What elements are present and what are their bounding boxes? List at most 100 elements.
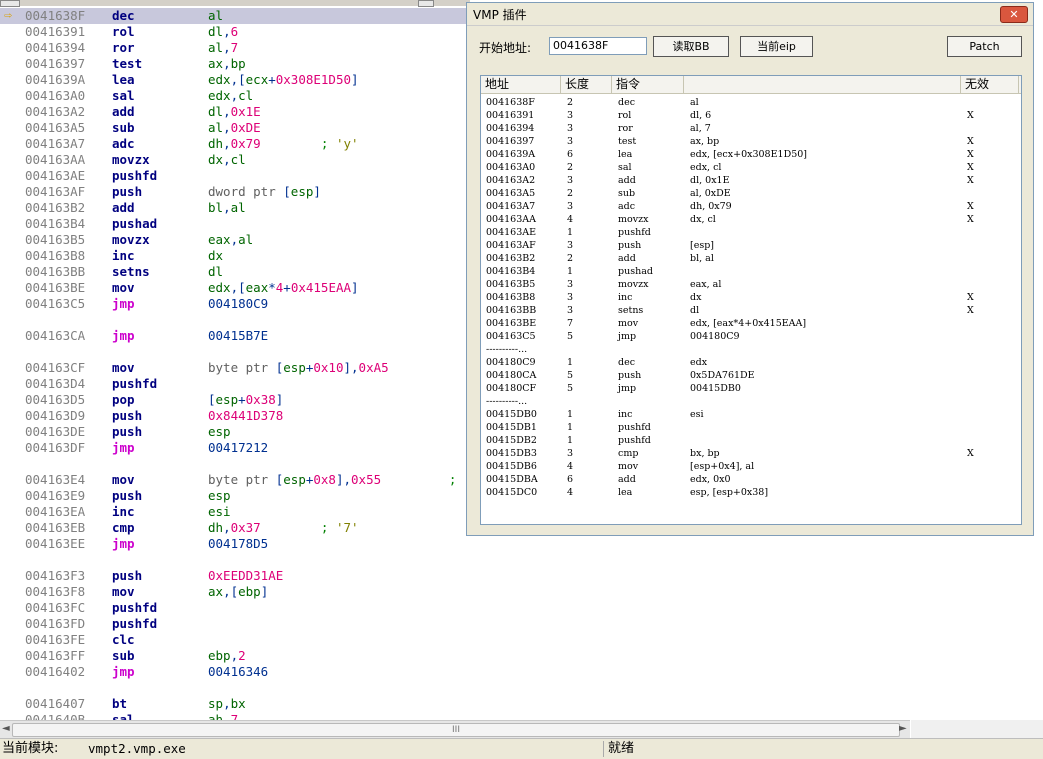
- instruction-row[interactable]: 004163BB 3 setns dl X: [481, 304, 1021, 317]
- plugin-title-bar[interactable]: VMP 插件 ✕: [467, 3, 1033, 26]
- start-address-input[interactable]: [549, 37, 647, 55]
- disasm-row[interactable]: 004163B4 pushad: [0, 216, 470, 232]
- disasm-row[interactable]: 004163BB setns dl: [0, 264, 470, 280]
- disasm-operands: dh,0x79 ; 'y': [208, 136, 359, 152]
- instruction-row[interactable]: 004163B2 2 add bl, al: [481, 252, 1021, 265]
- instruction-row[interactable]: 004163BE 7 mov edx, [eax*4+0x415EAA]: [481, 317, 1021, 330]
- disasm-row[interactable]: 00416391 rol dl,6: [0, 24, 470, 40]
- header-button-left[interactable]: [0, 0, 20, 7]
- disasm-address: 004163CA: [25, 328, 86, 343]
- disasm-row[interactable]: 004163AF push dword ptr [esp]: [0, 184, 470, 200]
- disasm-row[interactable]: 004163FC pushfd: [0, 600, 470, 616]
- horizontal-scrollbar[interactable]: ◄ III ►: [0, 720, 910, 738]
- instruction-row[interactable]: 00415DB2 1 pushfd: [481, 434, 1021, 447]
- disasm-row[interactable]: 00416407 bt sp,bx: [0, 696, 470, 712]
- operand-token: +: [268, 72, 276, 87]
- disasm-row[interactable]: 004163B5 movzx eax,al: [0, 232, 470, 248]
- instruction-row[interactable]: 004163A5 2 sub al, 0xDE: [481, 187, 1021, 200]
- disasm-row[interactable]: 004163AA movzx dx,cl: [0, 152, 470, 168]
- column-header-instruction[interactable]: 指令: [612, 76, 684, 93]
- instruction-row[interactable]: 004180CA 5 push 0x5DA761DE: [481, 369, 1021, 382]
- column-header-address[interactable]: 地址: [481, 76, 561, 93]
- disasm-row[interactable]: 00416402 jmp 00416346: [0, 664, 470, 680]
- disasm-row-current[interactable]: ⇨ 0041638F dec al: [0, 8, 470, 24]
- cell-address: 004163B2: [486, 253, 536, 264]
- disasm-row[interactable]: 004163EA inc esi: [0, 504, 470, 520]
- instruction-row[interactable]: 00415DB0 1 inc esi: [481, 408, 1021, 421]
- disasm-row[interactable]: 004163E9 push esp: [0, 488, 470, 504]
- disasm-row[interactable]: 0041640B sal ah,7: [0, 712, 470, 720]
- scroll-right-arrow-icon[interactable]: ►: [899, 723, 907, 734]
- instruction-row[interactable]: 00415DBA 6 add edx, 0x0: [481, 473, 1021, 486]
- disasm-row[interactable]: 0041639A lea edx,[ecx+0x308E1D50]: [0, 72, 470, 88]
- column-header-length[interactable]: 长度: [561, 76, 612, 93]
- disasm-row[interactable]: 004163A0 sal edx,cl: [0, 88, 470, 104]
- disasm-row[interactable]: 004163E4 mov byte ptr [esp+0x8],0x55 ;: [0, 472, 470, 488]
- operand-token: 0x55: [351, 472, 382, 487]
- current-eip-button[interactable]: 当前eip: [740, 36, 813, 57]
- instruction-row[interactable]: 00415DB6 4 mov [esp+0x4], al: [481, 460, 1021, 473]
- disasm-row[interactable]: 004163D5 pop [esp+0x38]: [0, 392, 470, 408]
- instruction-row[interactable]: 004163AA 4 movzx dx, cl X: [481, 213, 1021, 226]
- instruction-row[interactable]: 004163B4 1 pushad: [481, 265, 1021, 278]
- cell-length: 4: [567, 487, 574, 498]
- operand-token: ,: [230, 232, 239, 247]
- disasm-row[interactable]: 004163A7 adc dh,0x79 ; 'y': [0, 136, 470, 152]
- disasm-row[interactable]: 004163B8 inc dx: [0, 248, 470, 264]
- disasm-row[interactable]: 004163DF jmp 00417212: [0, 440, 470, 456]
- instruction-row[interactable]: 004163B8 3 inc dx X: [481, 291, 1021, 304]
- cell-operands: 004180C9: [690, 331, 740, 342]
- close-button[interactable]: ✕: [1000, 6, 1028, 23]
- instruction-row[interactable]: 004163AE 1 pushfd: [481, 226, 1021, 239]
- disasm-row[interactable]: 00416397 test ax,bp: [0, 56, 470, 72]
- disasm-address: 0041638F: [25, 8, 86, 23]
- instruction-row[interactable]: 004163AF 3 push [esp]: [481, 239, 1021, 252]
- disasm-row[interactable]: 004163D9 push 0x8441D378: [0, 408, 470, 424]
- disasm-row[interactable]: 004163DE push esp: [0, 424, 470, 440]
- instruction-list[interactable]: 地址 长度 指令 无效 0041638F 2 dec al 00416391 3 rol dl…: [480, 75, 1022, 525]
- scroll-left-arrow-icon[interactable]: ◄: [2, 723, 10, 734]
- disasm-row[interactable]: 004163CF mov byte ptr [esp+0x10],0xA5: [0, 360, 470, 376]
- instruction-row[interactable]: 0041639A 6 lea edx, [ecx+0x308E1D50] X: [481, 148, 1021, 161]
- disasm-row[interactable]: 004163BE mov edx,[eax*4+0x415EAA]: [0, 280, 470, 296]
- instruction-row[interactable]: 004163A0 2 sal edx, cl X: [481, 161, 1021, 174]
- disasm-row[interactable]: 004163D4 pushfd: [0, 376, 470, 392]
- column-header-invalid[interactable]: 无效: [961, 76, 1019, 93]
- disasm-row[interactable]: 004163CA jmp 00415B7E: [0, 328, 470, 344]
- disasm-row[interactable]: 004163EE jmp 004178D5: [0, 536, 470, 552]
- disasm-operands: dl,6: [208, 24, 238, 40]
- instruction-row[interactable]: 004163B5 3 movzx eax, al: [481, 278, 1021, 291]
- instruction-row[interactable]: 004180CF 5 jmp 00415DB0: [481, 382, 1021, 395]
- instruction-row[interactable]: 00415DB3 3 cmp bx, bp X: [481, 447, 1021, 460]
- instruction-row[interactable]: 0041638F 2 dec al: [481, 96, 1021, 109]
- instruction-row[interactable]: 00416397 3 test ax, bp X: [481, 135, 1021, 148]
- disasm-row[interactable]: 004163FE clc: [0, 632, 470, 648]
- instruction-row[interactable]: 004163C5 5 jmp 004180C9: [481, 330, 1021, 343]
- disasm-row[interactable]: 004163A2 add dl,0x1E: [0, 104, 470, 120]
- disasm-operands: esp: [208, 488, 231, 504]
- header-button-right[interactable]: [418, 0, 434, 7]
- disasm-mnemonic: push: [112, 424, 143, 439]
- instruction-row[interactable]: 00416394 3 ror al, 7: [481, 122, 1021, 135]
- disasm-row[interactable]: 004163FD pushfd: [0, 616, 470, 632]
- instruction-row[interactable]: 00415DC0 4 lea esp, [esp+0x38]: [481, 486, 1021, 499]
- patch-button[interactable]: Patch: [947, 36, 1022, 57]
- disasm-row[interactable]: 004163B2 add bl,al: [0, 200, 470, 216]
- read-bb-button[interactable]: 读取BB: [653, 36, 729, 57]
- column-header-operands[interactable]: [684, 76, 961, 93]
- disasm-row[interactable]: 00416394 ror al,7: [0, 40, 470, 56]
- disasm-operands: [esp+0x38]: [208, 392, 283, 408]
- disasm-row[interactable]: 004163A5 sub al,0xDE: [0, 120, 470, 136]
- disasm-row[interactable]: 004163C5 jmp 004180C9: [0, 296, 470, 312]
- instruction-row[interactable]: 004163A7 3 adc dh, 0x79 X: [481, 200, 1021, 213]
- instruction-row[interactable]: 004180C9 1 dec edx: [481, 356, 1021, 369]
- disasm-row[interactable]: 004163FF sub ebp,2: [0, 648, 470, 664]
- disasm-row[interactable]: 004163F8 mov ax,[ebp]: [0, 584, 470, 600]
- instruction-row[interactable]: 004163A2 3 add dl, 0x1E X: [481, 174, 1021, 187]
- instruction-row[interactable]: 00416391 3 rol dl, 6 X: [481, 109, 1021, 122]
- instruction-row[interactable]: 00415DB1 1 pushfd: [481, 421, 1021, 434]
- disasm-row[interactable]: 004163AE pushfd: [0, 168, 470, 184]
- scroll-thumb[interactable]: III: [12, 723, 900, 737]
- disasm-row[interactable]: 004163EB cmp dh,0x37 ; '7': [0, 520, 470, 536]
- disasm-row[interactable]: 004163F3 push 0xEEDD31AE: [0, 568, 470, 584]
